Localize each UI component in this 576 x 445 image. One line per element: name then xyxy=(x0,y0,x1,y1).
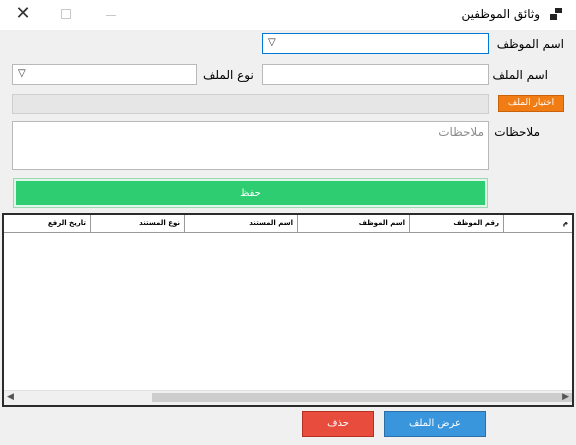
window-title: وثائق الموظفين xyxy=(461,7,540,21)
file-type-label: نوع الملف xyxy=(203,68,254,82)
file-type-combo[interactable]: ▽ xyxy=(12,64,197,85)
view-file-button[interactable]: عرض الملف xyxy=(384,411,486,437)
documents-grid[interactable]: م رقم الموظف اسم الموظف اسم المستند نوع … xyxy=(2,213,574,407)
file-name-input[interactable] xyxy=(262,64,489,85)
notes-label: ملاحظات xyxy=(494,125,540,139)
chevron-down-icon: ▽ xyxy=(268,37,276,48)
column-header[interactable]: تاريخ الرفع xyxy=(4,215,90,232)
employee-combo[interactable]: ▽ xyxy=(262,33,489,54)
minimize-icon[interactable] xyxy=(106,15,116,16)
column-header[interactable]: م xyxy=(503,215,572,232)
save-button[interactable]: حفظ xyxy=(13,178,488,208)
column-header[interactable]: رقم الموظف xyxy=(409,215,503,232)
notes-placeholder: ملاحظات xyxy=(438,125,484,139)
notes-textarea[interactable]: ملاحظات xyxy=(12,121,489,170)
file-name-label: اسم الملف xyxy=(492,68,548,82)
scroll-right-icon[interactable]: ▶ xyxy=(562,392,569,402)
scrollbar-thumb[interactable] xyxy=(152,393,572,402)
grid-header: م رقم الموظف اسم الموظف اسم المستند نوع … xyxy=(4,215,572,233)
file-path-field xyxy=(12,94,489,114)
horizontal-scrollbar[interactable]: ◀ ▶ xyxy=(4,390,572,405)
choose-file-button[interactable]: اختيار الملف xyxy=(498,95,564,112)
maximize-icon[interactable] xyxy=(61,9,71,19)
delete-button[interactable]: حذف xyxy=(302,411,374,437)
column-header[interactable]: اسم الموظف xyxy=(297,215,409,232)
close-icon[interactable]: ✕ xyxy=(14,5,32,23)
app-icon xyxy=(550,8,562,20)
column-header[interactable]: نوع المستند xyxy=(90,215,184,232)
employee-label: اسم الموظف xyxy=(496,37,564,51)
scroll-left-icon[interactable]: ◀ xyxy=(7,392,14,402)
column-header[interactable]: اسم المستند xyxy=(184,215,297,232)
chevron-down-icon: ▽ xyxy=(18,68,26,79)
